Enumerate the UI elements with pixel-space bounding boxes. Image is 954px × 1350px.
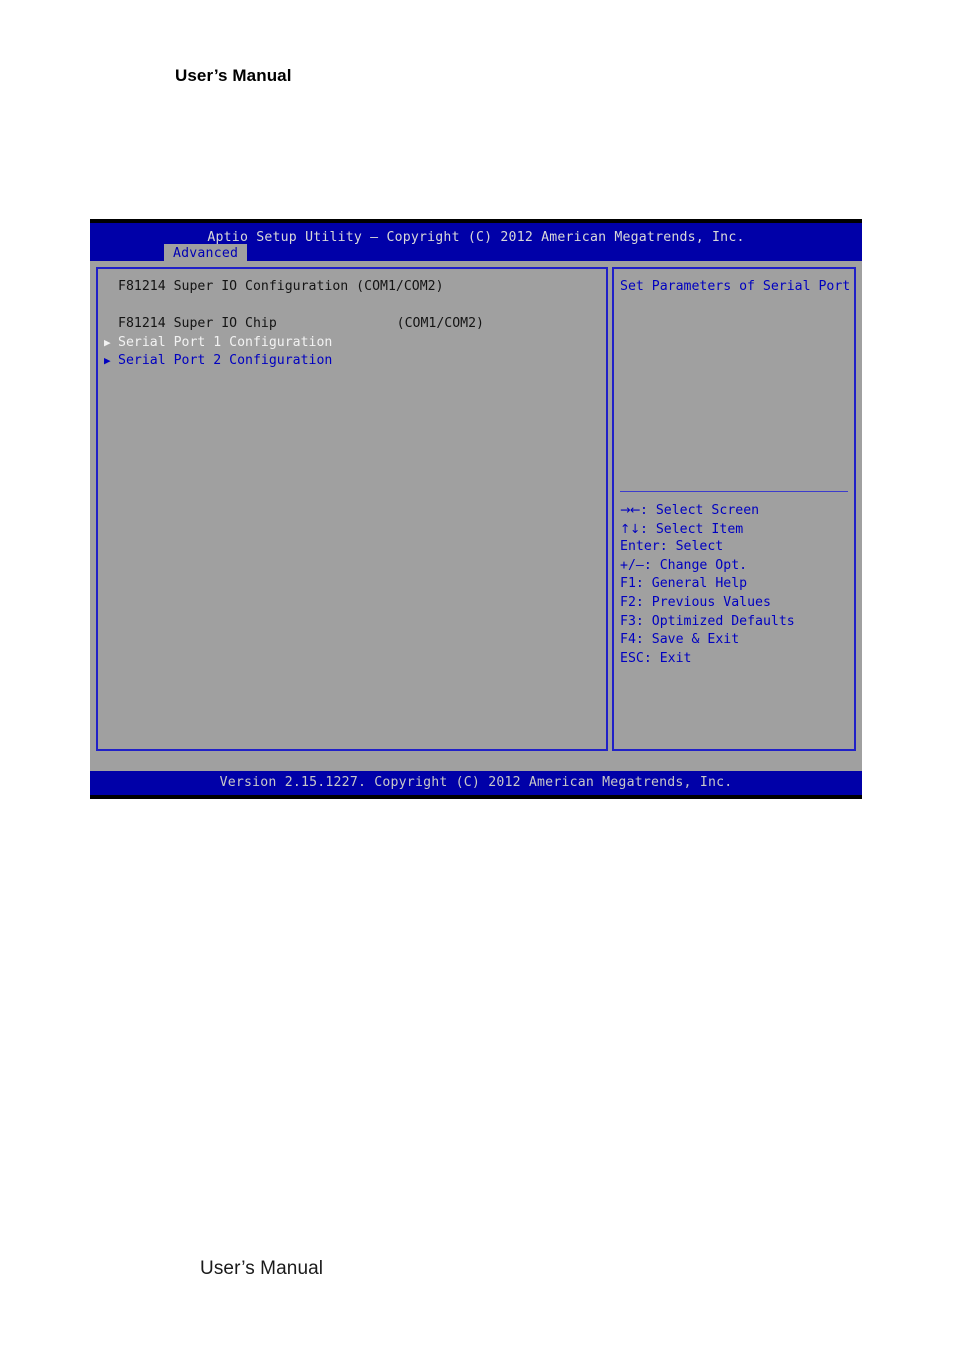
menu-item-label-serial-port-2: Serial Port 2 Configuration <box>118 353 333 369</box>
bios-setup-screen: Aptio Setup Utility – Copyright (C) 2012… <box>90 219 862 799</box>
settings-list: F81214 Super IO Configuration (COM1/COM2… <box>98 269 606 371</box>
bios-menu-tabs: Advanced <box>164 244 248 261</box>
tab-advanced[interactable]: Advanced <box>164 244 248 261</box>
key-legend-action: Select <box>675 539 724 555</box>
help-panel-divider <box>620 491 848 492</box>
key-legend-separator: : <box>635 576 644 592</box>
page-running-foot: User’s Manual <box>200 1258 324 1279</box>
key-legend-action: Exit <box>659 650 692 666</box>
help-description-text: Set Parameters of Serial Port 1 <box>620 279 856 294</box>
setting-value-super-io-chip: (COM1/COM2) <box>396 316 484 332</box>
row-spacer <box>98 297 606 316</box>
key-legend-exit: ESC: Exit <box>620 650 795 669</box>
key-legend-action: Save & Exit <box>651 632 740 648</box>
setting-label-super-io-chip: F81214 Super IO Chip <box>118 316 277 332</box>
menu-item-label-serial-port-1: Serial Port 1 Configuration <box>118 334 333 350</box>
key-legend-separator: : <box>643 557 652 573</box>
setting-row-super-io-chip: F81214 Super IO Chip (COM1/COM2) <box>98 315 606 334</box>
up-down-arrow-icon: ↑↓ <box>620 520 640 536</box>
bios-body: F81214 Super IO Configuration (COM1/COM2… <box>90 261 862 751</box>
key-legend-change-opt: +/–: Change Opt. <box>620 557 795 576</box>
page-running-head: User’s Manual <box>175 66 292 85</box>
key-legend-action: Previous Values <box>651 594 771 610</box>
key-legend-save-and-exit: F4: Save & Exit <box>620 631 795 650</box>
key-legend-key: F3 <box>620 613 636 629</box>
section-heading-label: F81214 Super IO Configuration (COM1/COM2… <box>118 279 444 294</box>
key-legend-action: Select Item <box>655 521 744 537</box>
key-legend-action: Optimized Defaults <box>651 613 795 629</box>
key-legend-separator: : <box>635 594 644 610</box>
key-legend-select-item: ↑↓: Select Item <box>620 520 795 539</box>
submenu-arrow-icon: ▶ <box>104 354 111 368</box>
key-legend-separator: : <box>643 650 652 666</box>
key-legend-separator: : <box>659 539 668 555</box>
key-legend-key: F1 <box>620 576 636 592</box>
key-legend-general-help: F1: General Help <box>620 575 795 594</box>
key-legend-key: F4 <box>620 632 636 648</box>
key-legend-key: +/– <box>620 557 644 573</box>
key-legend-key: F2 <box>620 594 636 610</box>
key-legend-previous-values: F2: Previous Values <box>620 594 795 613</box>
key-legend-enter-select: Enter: Select <box>620 538 795 557</box>
settings-panel: F81214 Super IO Configuration (COM1/COM2… <box>96 267 608 751</box>
submenu-arrow-icon: ▶ <box>104 335 111 349</box>
key-legend-action: General Help <box>651 576 748 592</box>
key-legend-optimized-defaults: F3: Optimized Defaults <box>620 613 795 632</box>
help-panel: Set Parameters of Serial Port 1 →←: Sele… <box>612 267 856 751</box>
bios-title-bar: Aptio Setup Utility – Copyright (C) 2012… <box>90 223 862 261</box>
bios-footer: Version 2.15.1227. Copyright (C) 2012 Am… <box>90 751 862 795</box>
key-legend-separator: : <box>635 632 644 648</box>
key-legend-action: Change Opt. <box>659 557 748 573</box>
key-legend-action: Select Screen <box>655 503 760 518</box>
key-legend-separator: : <box>639 503 648 518</box>
menu-item-serial-port-2-configuration[interactable]: ▶ Serial Port 2 Configuration <box>98 352 606 371</box>
section-heading-row: F81214 Super IO Configuration (COM1/COM2… <box>98 278 606 297</box>
key-legend-separator: : <box>639 521 648 537</box>
key-legend-select-screen: →←: Select Screen <box>620 501 795 520</box>
help-key-legend: →←: Select Screen ↑↓: Select Item Enter:… <box>620 501 795 668</box>
key-legend-key: Enter <box>620 539 660 555</box>
menu-item-serial-port-1-configuration[interactable]: ▶ Serial Port 1 Configuration <box>98 334 606 353</box>
key-legend-separator: : <box>635 613 644 629</box>
left-right-arrow-icon: →← <box>620 502 640 517</box>
bios-version-text: Version 2.15.1227. Copyright (C) 2012 Am… <box>90 771 862 795</box>
key-legend-key: ESC <box>620 650 644 666</box>
